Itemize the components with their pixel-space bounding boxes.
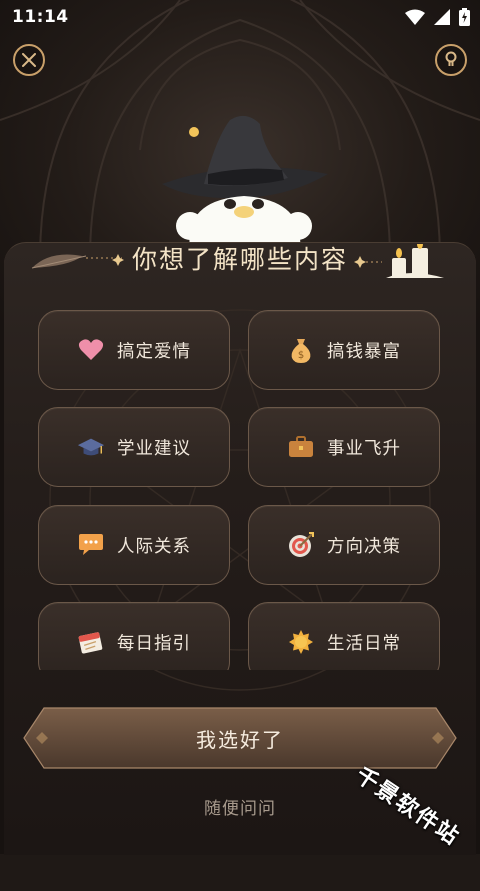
target-icon: [287, 531, 315, 559]
status-time: 11:14: [12, 7, 69, 27]
calendar-icon: [77, 628, 105, 656]
close-button[interactable]: [13, 44, 45, 76]
option-daily-life[interactable]: 生活日常: [248, 602, 440, 670]
money-bag-icon: $: [287, 336, 315, 364]
option-label: 学业建议: [117, 438, 191, 459]
option-label: 人际关系: [117, 536, 191, 557]
candles-decoration: [354, 244, 444, 278]
option-label: 搞定爱情: [117, 341, 191, 362]
option-label: 生活日常: [327, 633, 401, 654]
title-row: 你想了解哪些内容: [0, 238, 480, 278]
option-label: 事业飞升: [327, 438, 401, 459]
briefcase-icon: [287, 433, 315, 461]
wifi-icon: [405, 9, 425, 25]
hint-button[interactable]: [435, 44, 467, 76]
confirm-button-label: 我选好了: [196, 727, 284, 752]
option-wealth[interactable]: $ 搞钱暴富: [248, 310, 440, 390]
lightbulb-icon: [445, 51, 457, 66]
status-bar: 11:14: [0, 0, 480, 34]
option-love[interactable]: 搞定爱情: [38, 310, 230, 390]
sun-icon: [287, 628, 315, 656]
option-label: 每日指引: [117, 633, 191, 654]
close-icon: [22, 53, 36, 67]
status-icons: [405, 7, 470, 27]
option-career[interactable]: 事业飞升: [248, 407, 440, 487]
speech-bubble-icon: [77, 531, 105, 559]
signal-icon: [434, 9, 450, 25]
option-label: 方向决策: [327, 536, 401, 557]
heart-icon: [77, 336, 105, 364]
option-study[interactable]: 学业建议: [38, 407, 230, 487]
option-relationships[interactable]: 人际关系: [38, 505, 230, 585]
graduation-cap-icon: [77, 433, 105, 461]
witch-mascot-illustration: [162, 115, 328, 248]
battery-icon: [459, 8, 470, 26]
option-decision[interactable]: 方向决策: [248, 505, 440, 585]
option-daily-guidance[interactable]: 每日指引: [38, 602, 230, 670]
svg-text:$: $: [298, 350, 304, 361]
options-grid: 搞定爱情 $ 搞钱暴富 学业建议 事业飞升 人际关系 方向决策 每日指引 生活日…: [38, 310, 442, 670]
confirm-button[interactable]: 我选好了: [22, 706, 458, 770]
option-label: 搞钱暴富: [327, 341, 401, 362]
